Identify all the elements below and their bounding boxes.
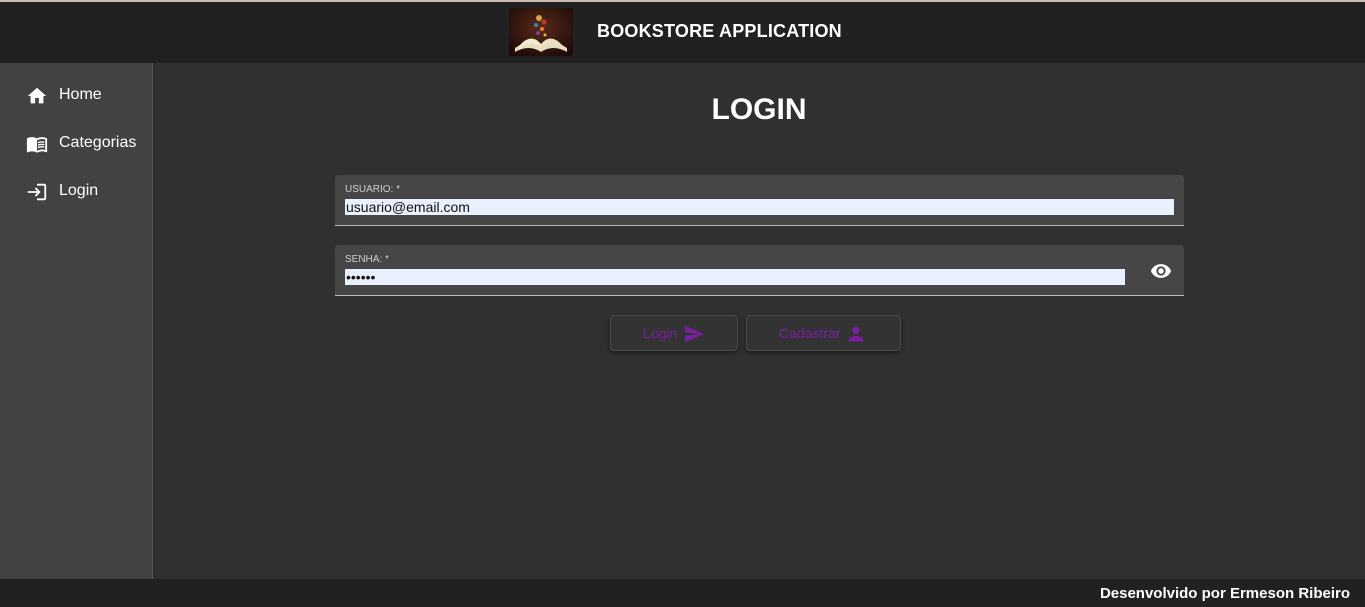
username-field[interactable]: USUARIO: * <box>335 175 1184 226</box>
username-input[interactable] <box>345 199 1174 215</box>
footer: Desenvolvido por Ermeson Ribeiro <box>0 579 1365 607</box>
sidebar-item-home[interactable]: Home <box>0 75 152 115</box>
top-toolbar: BOOKSTORE APPLICATION <box>0 2 1365 63</box>
sidebar-item-categorias[interactable]: Categorias <box>0 123 152 163</box>
login-button-label: Login <box>643 325 678 341</box>
sidebar-item-label: Categorias <box>59 134 137 151</box>
sidebar-item-login[interactable]: Login <box>0 171 152 211</box>
app-title: BOOKSTORE APPLICATION <box>597 21 842 41</box>
login-button[interactable]: Login <box>610 315 738 351</box>
eye-icon[interactable] <box>1150 260 1172 282</box>
main-content: LOGIN USUARIO: * SENHA: * Login Cadastra… <box>153 63 1365 579</box>
username-label: USUARIO: * <box>345 184 401 195</box>
register-button-label: Cadastrar <box>779 325 841 341</box>
password-field[interactable]: SENHA: * <box>335 245 1184 296</box>
footer-credit: Desenvolvido por Ermeson Ribeiro <box>1099 585 1350 602</box>
sidebar: Home Categorias Login <box>0 63 153 579</box>
sidebar-item-label: Login <box>59 182 99 199</box>
password-input[interactable] <box>345 269 1125 285</box>
open-book-logo <box>509 8 573 56</box>
person-icon <box>845 323 867 345</box>
home-icon <box>26 85 48 107</box>
register-button[interactable]: Cadastrar <box>746 315 901 351</box>
login-icon <box>26 181 48 203</box>
password-label: SENHA: * <box>345 254 389 265</box>
send-icon <box>683 323 705 345</box>
page-title: LOGIN <box>711 93 807 126</box>
sidebar-item-label: Home <box>59 86 102 103</box>
book-icon <box>26 133 48 155</box>
